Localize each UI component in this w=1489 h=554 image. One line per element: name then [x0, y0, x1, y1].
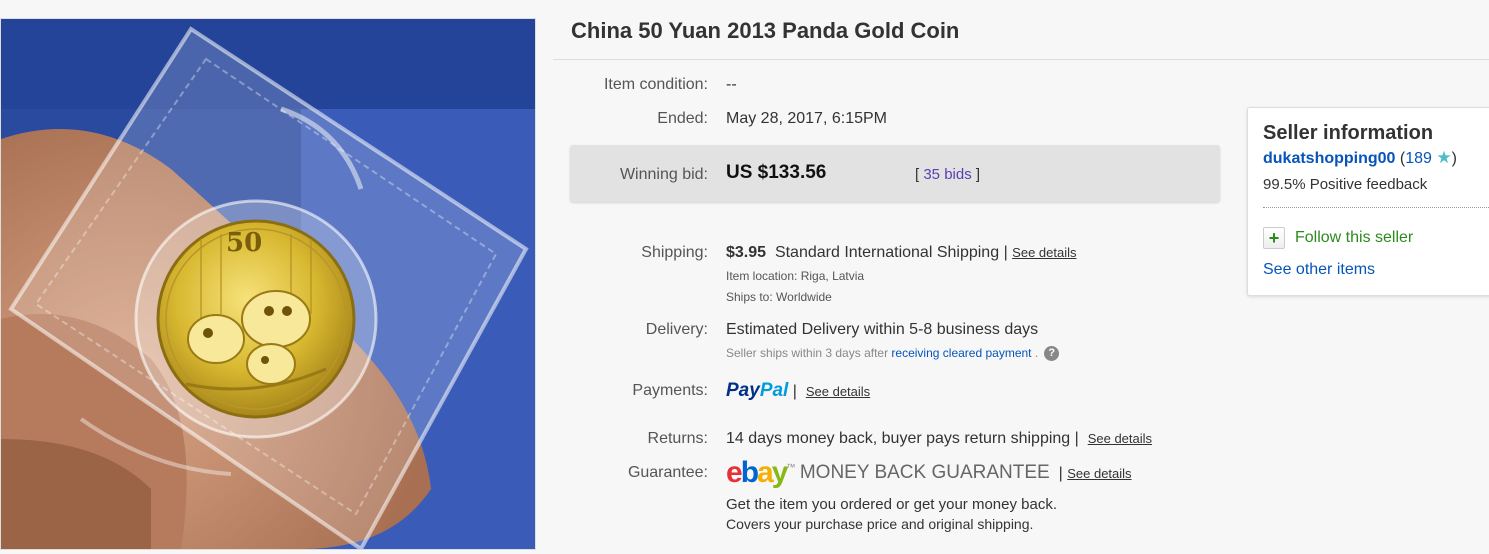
seller-username-link[interactable]: dukatshopping00 — [1263, 150, 1395, 167]
delivery-note-prefix: Seller ships within 3 days after — [726, 346, 889, 360]
guarantee-details-link[interactable]: See details — [1067, 466, 1131, 481]
ships-to-value: Worldwide — [776, 290, 832, 304]
delivery-note: Seller ships within 3 days after receivi… — [726, 346, 1060, 362]
seller-positive-feedback: 99.5% Positive feedback — [1263, 176, 1428, 193]
ended-date: May 28, 2017 — [726, 110, 823, 127]
winning-bid-panel: Winning bid: US $133.56 [ 35 bids ] — [570, 145, 1220, 202]
bid-close-bracket: ] — [975, 166, 981, 183]
guarantee-separator: | — [1058, 465, 1063, 482]
delivery-label: Delivery: — [645, 321, 708, 338]
shipping-value: $3.95 Standard International Shipping | … — [726, 244, 1077, 262]
shipping-separator: | — [1003, 244, 1008, 261]
guarantee-line1: Get the item you ordered or get your mon… — [726, 496, 1058, 513]
winning-bid-label: Winning bid: — [619, 166, 708, 183]
payments-separator: | — [792, 383, 797, 400]
paypal-logo: PayPal — [726, 380, 789, 401]
ended-label: Ended: — [657, 110, 708, 127]
seller-close-paren: ) — [1451, 150, 1457, 167]
delivery-estimate: Estimated Delivery within 5-8 business d… — [726, 321, 1039, 338]
follow-seller-button[interactable]: + Follow this seller — [1263, 227, 1413, 249]
payments-label: Payments: — [632, 382, 708, 399]
see-other-items-link[interactable]: See other items — [1263, 261, 1375, 279]
plus-icon: + — [1263, 227, 1285, 249]
item-location: Item location: Riga, Latvia — [726, 269, 864, 283]
seller-info-card: Seller information dukatshopping00 (189 … — [1247, 107, 1489, 296]
ended-value: May 28, 2017, 6:15PM — [726, 110, 887, 128]
coin-denomination: 50 — [226, 228, 262, 258]
title-divider — [553, 59, 1489, 60]
seller-name-row: dukatshopping00 (189 ★) — [1263, 148, 1457, 168]
item-location-label: Item location: — [726, 269, 798, 283]
money-back-guarantee-text: MONEY BACK GUARANTEE — [799, 462, 1050, 483]
shipping-cost: $3.95 — [726, 244, 767, 261]
payments-details-link[interactable]: See details — [806, 384, 870, 399]
question-mark-icon[interactable]: ? — [1044, 346, 1060, 362]
winning-bid-price: US $133.56 — [726, 162, 827, 183]
bid-count: [ 35 bids ] — [915, 166, 980, 183]
payments-value: PayPal | See details — [726, 380, 870, 402]
ended-time: , 6:15PM — [822, 110, 887, 127]
seller-feedback-score-link[interactable]: 189 — [1405, 150, 1432, 167]
guarantee-label: Guarantee: — [627, 464, 708, 481]
ships-to: Ships to: Worldwide — [726, 290, 832, 304]
ebay-logo: ebay — [726, 456, 788, 489]
shipping-method: Standard International Shipping — [774, 244, 1000, 261]
ships-to-label: Ships to: — [726, 290, 773, 304]
guarantee-value: ebay™ MONEY BACK GUARANTEE | See details — [726, 456, 1132, 490]
shipping-label: Shipping: — [641, 244, 708, 261]
guarantee-line2: Covers your purchase price and original … — [726, 516, 1034, 532]
bid-open-bracket: [ — [915, 166, 920, 183]
delivery-note-suffix: . — [1034, 346, 1039, 360]
returns-details-link[interactable]: See details — [1088, 431, 1152, 446]
shipping-details-link[interactable]: See details — [1012, 245, 1076, 260]
product-title: China 50 Yuan 2013 Panda Gold Coin — [571, 18, 960, 43]
follow-seller-label: Follow this seller — [1295, 229, 1414, 247]
seller-info-title: Seller information — [1263, 122, 1434, 144]
product-image[interactable]: 50 — [0, 18, 536, 550]
condition-value: -- — [726, 76, 737, 93]
cleared-payment-link[interactable]: receiving cleared payment — [891, 346, 1031, 360]
returns-text: 14 days money back, buyer pays return sh… — [726, 430, 1071, 447]
returns-separator: | — [1074, 430, 1079, 447]
bid-history-link[interactable]: 35 bids — [923, 166, 971, 183]
returns-label: Returns: — [647, 430, 708, 447]
condition-label: Item condition: — [603, 76, 708, 93]
turquoise-star-icon: ★ — [1436, 148, 1452, 167]
item-location-value: Riga, Latvia — [800, 269, 865, 283]
returns-value: 14 days money back, buyer pays return sh… — [726, 430, 1152, 448]
trademark-symbol: ™ — [786, 462, 796, 472]
seller-divider — [1263, 207, 1489, 208]
